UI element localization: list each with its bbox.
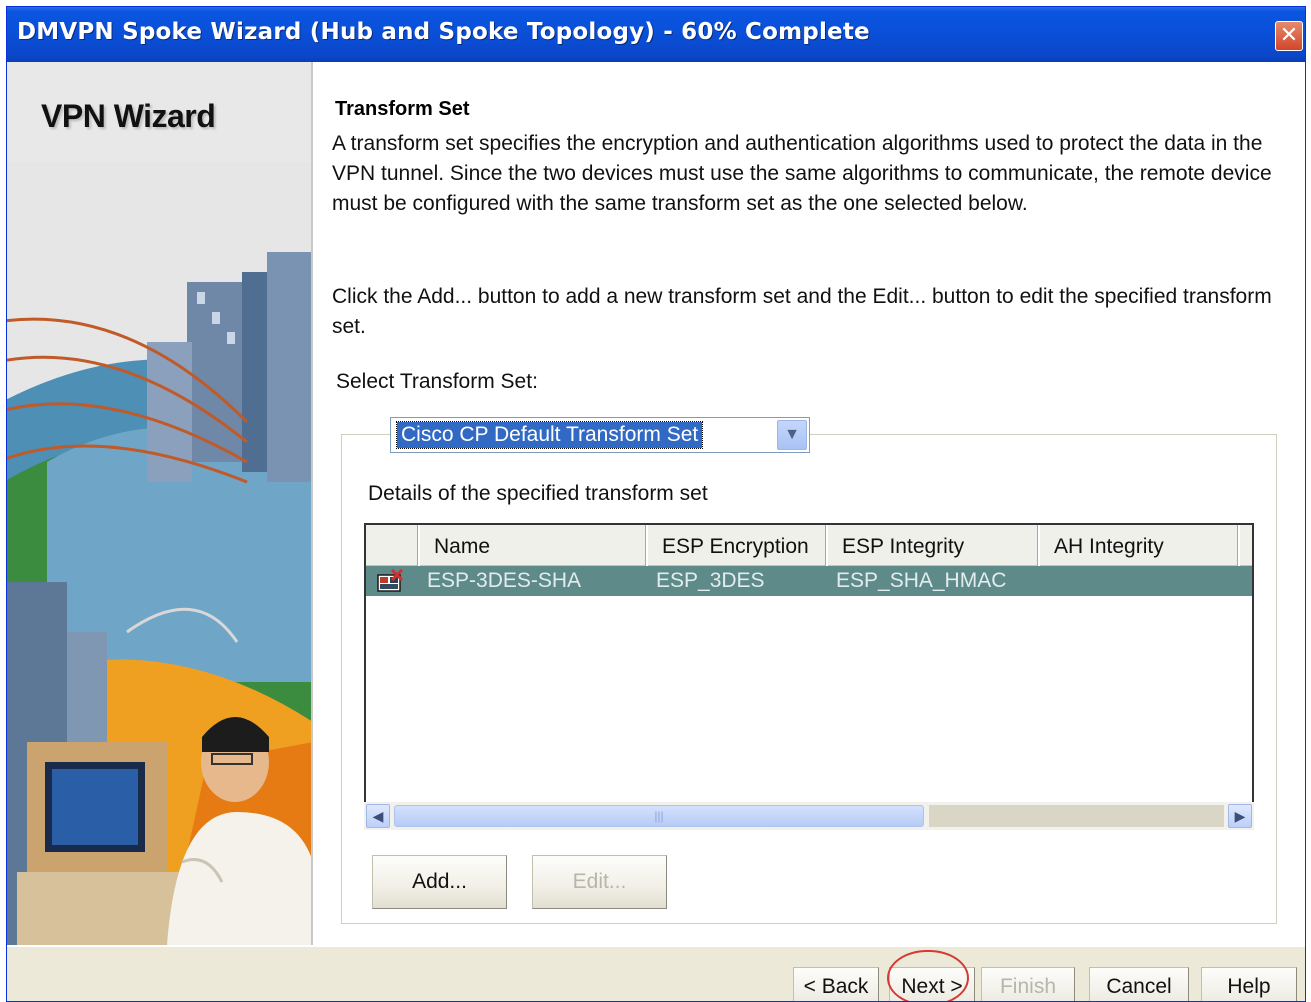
table-row[interactable]: ESP-3DES-SHA ESP_3DES ESP_SHA_HMAC: [366, 566, 1252, 596]
select-transform-set-label: Select Transform Set:: [336, 370, 538, 393]
window-title: DMVPN Spoke Wizard (Hub and Spoke Topolo…: [17, 19, 870, 45]
next-button-highlight-circle: [887, 950, 969, 1001]
wizard-footer: < Back Next > Finish Cancel Help: [7, 945, 1305, 1001]
column-header-icon[interactable]: [366, 525, 420, 566]
side-panel: VPN Wizard: [7, 62, 313, 945]
side-panel-title: VPN Wizard: [41, 98, 216, 134]
cell-esp-integrity: ESP_SHA_HMAC: [836, 569, 1007, 592]
cell-name: ESP-3DES-SHA: [427, 569, 582, 592]
table-horizontal-scrollbar[interactable]: ◀ ||| ▶: [364, 802, 1254, 830]
cell-esp-encryption: ESP_3DES: [656, 569, 765, 592]
scrollbar-thumb[interactable]: |||: [394, 805, 924, 827]
instructions-text: Click the Add... button to add a new tra…: [332, 285, 1272, 338]
details-label: Details of the specified transform set: [368, 482, 708, 505]
transform-set-dropdown[interactable]: Cisco CP Default Transform Set ▼: [390, 417, 810, 453]
transform-set-table: Name ESP Encryption ESP Integrity AH Int…: [364, 523, 1254, 806]
table-header: Name ESP Encryption ESP Integrity AH Int…: [366, 525, 1252, 566]
transform-set-icon: [377, 569, 404, 592]
column-header-ah-integrity[interactable]: AH Integrity: [1040, 525, 1240, 566]
column-header-esp-encryption[interactable]: ESP Encryption: [648, 525, 828, 566]
back-button[interactable]: < Back: [793, 967, 879, 1001]
chevron-down-icon[interactable]: ▼: [777, 420, 807, 450]
scroll-right-icon[interactable]: ▶: [1228, 804, 1252, 828]
close-button[interactable]: ✕: [1275, 21, 1303, 51]
main-panel: Transform Set A transform set specifies …: [313, 62, 1305, 945]
section-title: Transform Set: [335, 98, 470, 120]
add-button[interactable]: Add...: [372, 855, 507, 909]
wizard-content: VPN Wizard Transform Set A transform set…: [7, 62, 1305, 945]
dropdown-selected-value: Cisco CP Default Transform Set: [395, 421, 704, 449]
scroll-left-icon[interactable]: ◀: [366, 804, 390, 828]
finish-button[interactable]: Finish: [981, 967, 1075, 1001]
edit-button[interactable]: Edit...: [532, 855, 667, 909]
description-text: A transform set specifies the encryption…: [332, 132, 1272, 215]
title-bar[interactable]: DMVPN Spoke Wizard (Hub and Spoke Topolo…: [7, 7, 1305, 62]
column-header-esp-integrity[interactable]: ESP Integrity: [828, 525, 1040, 566]
scrollbar-track[interactable]: [929, 805, 1224, 827]
vpn-wizard-illustration: [7, 162, 311, 945]
help-button[interactable]: Help: [1201, 967, 1297, 1001]
cancel-button[interactable]: Cancel: [1089, 967, 1189, 1001]
column-header-name[interactable]: Name: [420, 525, 648, 566]
row-status-cell: [370, 566, 404, 596]
wizard-window: DMVPN Spoke Wizard (Hub and Spoke Topolo…: [6, 6, 1306, 1002]
